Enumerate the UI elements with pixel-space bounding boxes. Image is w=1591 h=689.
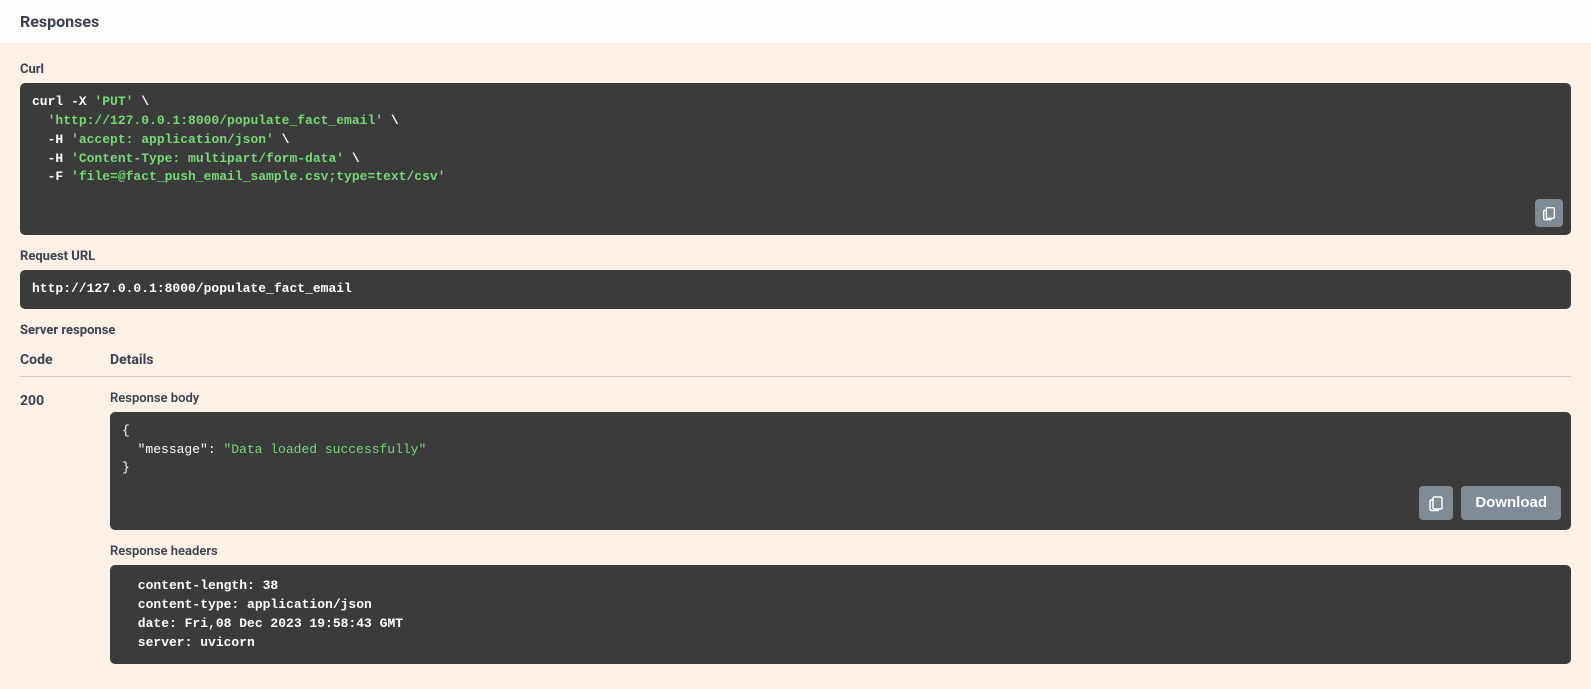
curl-text: -H <box>32 151 71 166</box>
response-headers-block: content-length: 38 content-type: applica… <box>110 565 1571 664</box>
curl-text: 'PUT' <box>94 94 133 109</box>
curl-code-block: curl -X 'PUT' \ 'http://127.0.0.1:8000/p… <box>20 83 1571 235</box>
curl-text: curl -X <box>32 94 94 109</box>
copy-curl-button[interactable] <box>1535 199 1563 227</box>
curl-text: -H <box>32 132 71 147</box>
curl-text: 'accept: application/json' <box>71 132 274 147</box>
details-column-header: Details <box>110 352 1571 368</box>
responses-header: Responses <box>0 0 1591 44</box>
server-response-label: Server response <box>20 323 1571 338</box>
response-table-head: Code Details <box>20 352 1571 377</box>
response-headers-text: content-length: 38 content-type: applica… <box>130 578 411 650</box>
curl-text: 'http://127.0.0.1:8000/populate_fact_ema… <box>48 113 383 128</box>
responses-title: Responses <box>20 12 1571 31</box>
code-column-header: Code <box>20 352 110 368</box>
json-colon: : <box>208 442 224 457</box>
json-key: "message" <box>138 442 208 457</box>
clipboard-icon <box>1427 494 1445 512</box>
json-value: "Data loaded successfully" <box>223 442 426 457</box>
curl-text: -F <box>32 169 71 184</box>
response-row: 200 Response body { "message": "Data loa… <box>20 391 1571 665</box>
response-body-label: Response body <box>110 391 1571 406</box>
json-brace: { <box>122 423 130 438</box>
curl-text: \ <box>274 132 290 147</box>
curl-text <box>32 113 48 128</box>
response-body-block: { "message": "Data loaded successfully" … <box>110 412 1571 530</box>
clipboard-icon <box>1541 205 1557 221</box>
response-headers-label: Response headers <box>110 544 1571 559</box>
curl-text: 'Content-Type: multipart/form-data' <box>71 151 344 166</box>
status-code: 200 <box>20 391 110 665</box>
request-url-block: http://127.0.0.1:8000/populate_fact_emai… <box>20 270 1571 309</box>
request-url-value: http://127.0.0.1:8000/populate_fact_emai… <box>32 281 352 296</box>
curl-label: Curl <box>20 62 1571 77</box>
responses-content: Curl curl -X 'PUT' \ 'http://127.0.0.1:8… <box>0 44 1591 689</box>
json-brace: } <box>122 460 130 475</box>
curl-text: 'file=@fact_push_email_sample.csv;type=t… <box>71 169 445 184</box>
request-url-label: Request URL <box>20 249 1571 264</box>
curl-text: \ <box>383 113 399 128</box>
download-button[interactable]: Download <box>1461 486 1561 520</box>
response-body-actions: Download <box>1419 486 1561 520</box>
response-details: Response body { "message": "Data loaded … <box>110 391 1571 665</box>
curl-text: \ <box>133 94 149 109</box>
copy-response-button[interactable] <box>1419 486 1453 520</box>
curl-text: \ <box>344 151 360 166</box>
